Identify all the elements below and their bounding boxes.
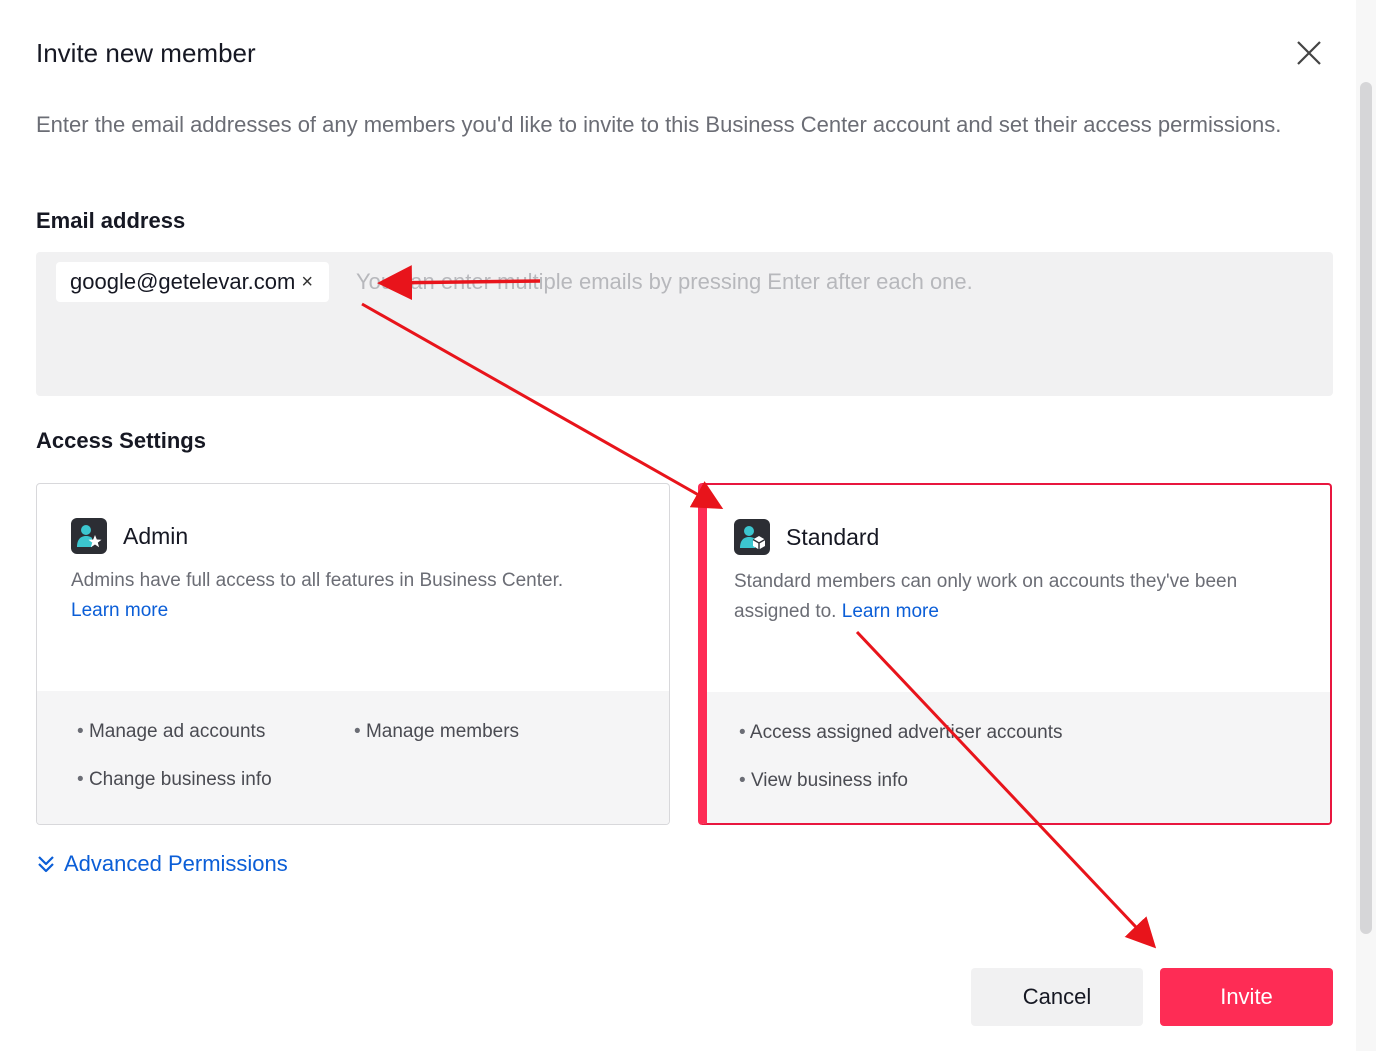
permission-item: View business info xyxy=(739,770,908,792)
admin-role-card[interactable]: Admin Admins have full access to all fea… xyxy=(36,483,670,825)
scrollbar-thumb[interactable] xyxy=(1360,82,1372,934)
cancel-button[interactable]: Cancel xyxy=(971,968,1143,1026)
standard-role-description: Standard members can only work on accoun… xyxy=(734,567,1294,627)
user-star-icon xyxy=(71,518,107,554)
close-icon[interactable] xyxy=(1294,38,1324,68)
admin-description-text: Admins have full access to all features … xyxy=(71,570,564,591)
user-cube-icon xyxy=(734,519,770,555)
email-chip: google@getelevar.com × xyxy=(56,262,330,302)
dialog-title: Invite new member xyxy=(36,38,256,68)
email-chip-text: google@getelevar.com xyxy=(70,269,296,294)
standard-permissions: Access assigned advertiser accounts View… xyxy=(707,692,1330,823)
permission-item: Access assigned advertiser accounts xyxy=(739,722,1063,744)
permission-item: Manage members xyxy=(354,721,519,743)
advanced-permissions-toggle[interactable]: Advanced Permissions xyxy=(36,851,288,877)
standard-role-name: Standard xyxy=(786,523,880,550)
email-label: Email address xyxy=(36,208,186,233)
advanced-permissions-label: Advanced Permissions xyxy=(64,851,288,876)
email-field[interactable]: google@getelevar.com × xyxy=(36,252,1333,396)
remove-email-icon[interactable]: × xyxy=(301,271,313,294)
standard-description-text: Standard members can only work on accoun… xyxy=(734,571,1238,622)
permission-item: Change business info xyxy=(77,769,272,791)
permission-item: Manage ad accounts xyxy=(77,721,265,743)
email-input[interactable] xyxy=(356,262,1296,302)
dialog-description: Enter the email addresses of any members… xyxy=(36,112,1282,137)
access-settings-label: Access Settings xyxy=(36,428,206,453)
admin-role-name: Admin xyxy=(123,522,189,549)
standard-learn-more-link[interactable]: Learn more xyxy=(842,601,939,622)
admin-role-description: Admins have full access to all features … xyxy=(71,566,631,626)
admin-learn-more-link[interactable]: Learn more xyxy=(71,600,168,621)
double-chevron-down-icon xyxy=(38,856,54,873)
invite-button[interactable]: Invite xyxy=(1160,968,1333,1026)
admin-permissions: Manage ad accounts Manage members Change… xyxy=(37,691,669,824)
standard-role-card[interactable]: Standard Standard members can only work … xyxy=(698,483,1332,825)
